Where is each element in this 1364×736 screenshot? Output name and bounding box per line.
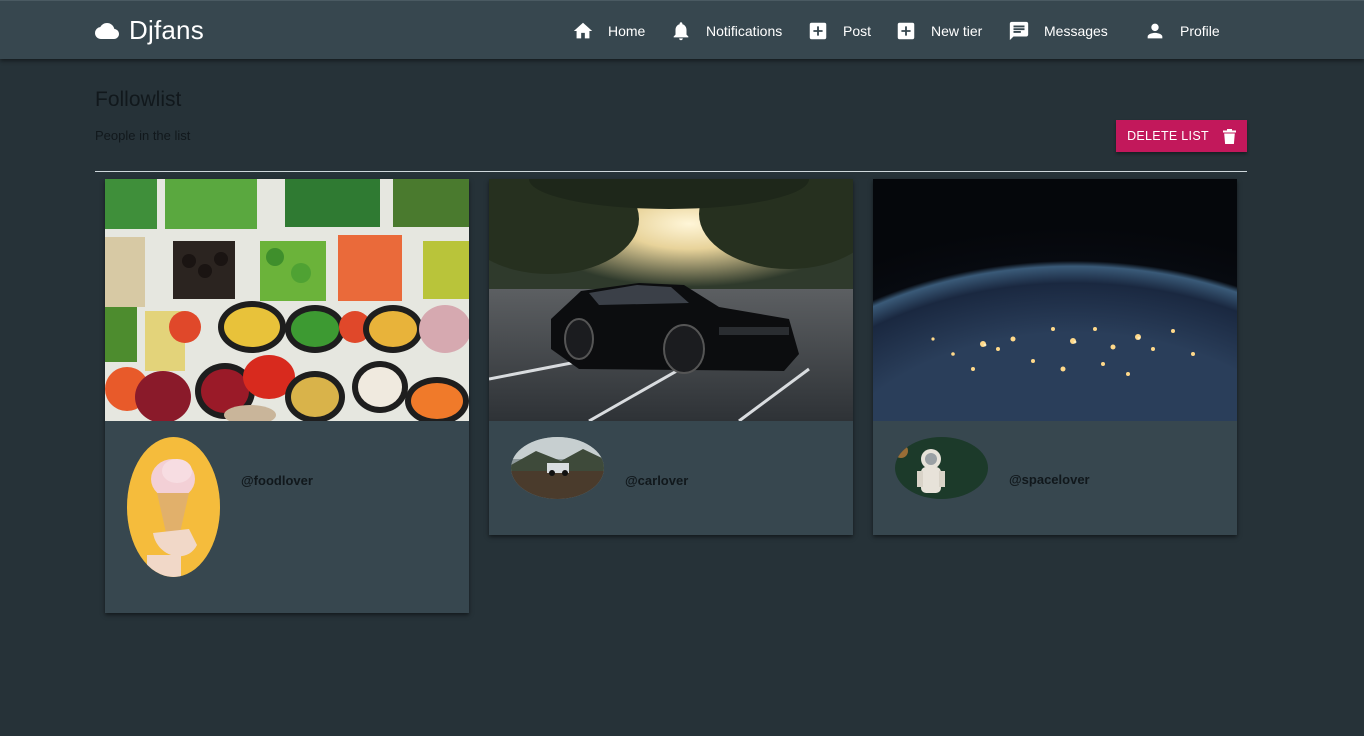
nav-messages[interactable]: Messages <box>1008 1 1108 60</box>
car-mountain-avatar-image <box>511 437 604 499</box>
astronaut-avatar-image <box>895 437 988 499</box>
avatar[interactable] <box>511 437 604 499</box>
cloud-icon <box>95 22 119 39</box>
home-icon <box>573 22 593 38</box>
bell-icon <box>673 21 689 40</box>
nav-new-tier[interactable]: New tier <box>895 1 982 60</box>
profile-card[interactable]: @carlover <box>489 179 853 535</box>
nav-home-label: Home <box>608 22 646 39</box>
top-navbar: Djfans Home Notifications Post New tier … <box>0 0 1364 59</box>
divider <box>95 171 1247 172</box>
delete-list-button[interactable]: DELETE LIST <box>1116 120 1247 152</box>
delete-list-label: DELETE LIST <box>1127 129 1209 143</box>
message-icon <box>1009 21 1029 40</box>
nav-notifications[interactable]: Notifications <box>670 1 782 60</box>
user-handle[interactable]: @spacelover <box>1009 472 1090 487</box>
card-body: @carlover <box>489 421 853 535</box>
brand-name: Djfans <box>129 15 204 45</box>
food-platter-image <box>105 179 469 421</box>
page-title: Followlist <box>95 88 182 111</box>
page-subtitle: People in the list <box>95 128 191 143</box>
profile-card[interactable]: @spacelover <box>873 179 1237 535</box>
nav-new-tier-label: New tier <box>931 22 983 39</box>
nav-post[interactable]: Post <box>807 1 871 60</box>
profile-card[interactable]: @foodlover <box>105 179 469 613</box>
sports-car-image <box>489 179 853 421</box>
nav-profile-label: Profile <box>1180 22 1220 39</box>
user-handle[interactable]: @foodlover <box>241 473 313 488</box>
trash-icon <box>1222 128 1236 144</box>
cover-image <box>873 179 1237 421</box>
plus-box-icon <box>809 22 827 39</box>
card-body: @spacelover <box>873 421 1237 535</box>
cover-image <box>489 179 853 421</box>
avatar[interactable] <box>127 437 220 577</box>
avatar[interactable] <box>895 437 988 499</box>
nav-messages-label: Messages <box>1044 22 1108 39</box>
nav-home[interactable]: Home <box>572 1 645 60</box>
card-body: @foodlover <box>105 421 469 613</box>
person-icon <box>1147 23 1163 38</box>
brand-logo-link[interactable]: Djfans <box>95 1 204 60</box>
earth-at-night-image <box>873 179 1237 421</box>
user-handle[interactable]: @carlover <box>625 473 688 488</box>
nav-profile[interactable]: Profile <box>1144 1 1220 60</box>
nav-notifications-label: Notifications <box>706 22 783 39</box>
plus-box-icon <box>897 22 915 39</box>
ice-cream-avatar-image <box>127 437 220 577</box>
cover-image <box>105 179 469 421</box>
nav-post-label: Post <box>843 22 872 39</box>
